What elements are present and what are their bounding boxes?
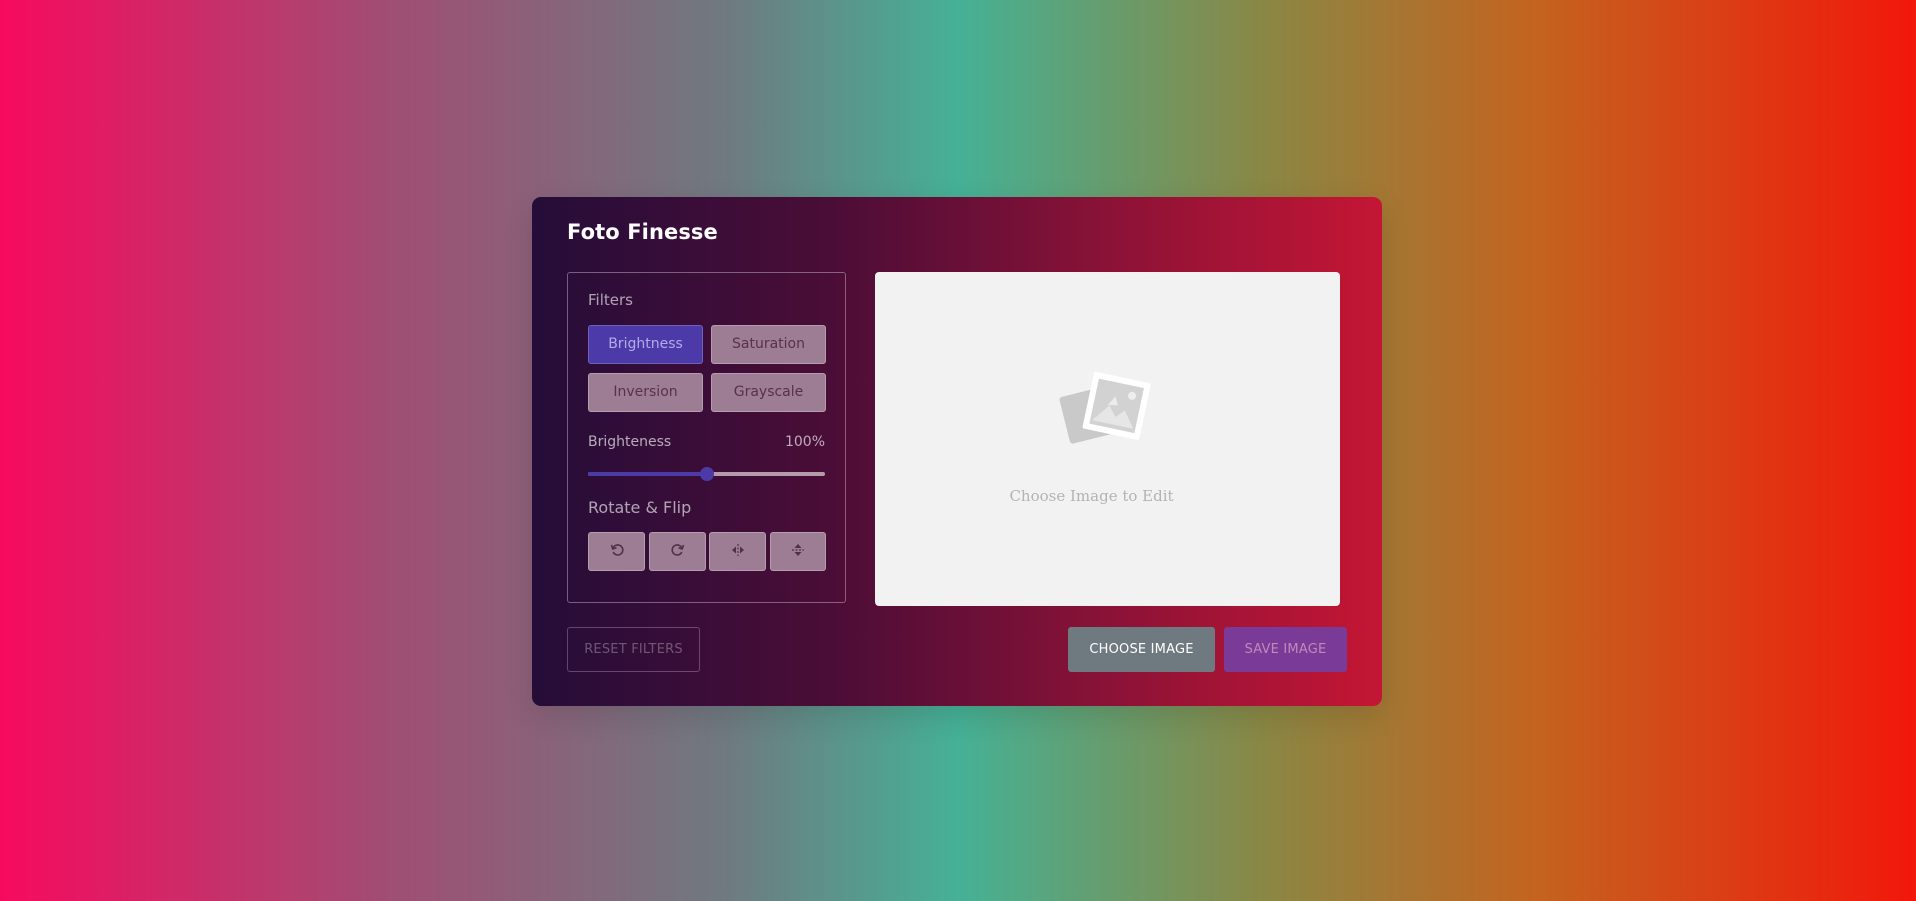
- rotate-left-icon: [609, 542, 625, 562]
- flip-horizontal-button[interactable]: [709, 532, 766, 571]
- save-image-button[interactable]: SAVE IMAGE: [1224, 627, 1347, 672]
- image-placeholder-icon: [1059, 369, 1153, 461]
- choose-image-button[interactable]: CHOOSE IMAGE: [1068, 627, 1215, 672]
- filters-label: Filters: [588, 291, 633, 309]
- filter-inversion-button[interactable]: Inversion: [588, 373, 703, 412]
- placeholder-text: Choose Image to Edit: [1009, 487, 1174, 505]
- slider-info: Brighteness 100%: [588, 434, 825, 450]
- app-title: Foto Finesse: [567, 220, 718, 244]
- flip-vertical-icon: [790, 542, 806, 562]
- flip-horizontal-icon: [730, 542, 746, 562]
- brightness-slider[interactable]: [588, 467, 825, 481]
- editor-card: Foto Finesse Filters Brightness Saturati…: [532, 197, 1382, 706]
- slider-thumb[interactable]: [699, 467, 714, 481]
- flip-vertical-button[interactable]: [770, 532, 826, 571]
- controls-panel: Filters Brightness Saturation Inversion …: [567, 272, 846, 603]
- slider-fill: [588, 472, 707, 476]
- slider-value: 100%: [784, 434, 825, 450]
- rotate-right-button[interactable]: [649, 532, 706, 571]
- image-preview: Choose Image to Edit: [875, 272, 1340, 606]
- filter-brightness-button[interactable]: Brightness: [588, 325, 703, 364]
- filter-saturation-button[interactable]: Saturation: [711, 325, 826, 364]
- rotate-flip-label: Rotate & Flip: [588, 498, 692, 517]
- rotate-left-button[interactable]: [588, 532, 645, 571]
- filter-grayscale-button[interactable]: Grayscale: [711, 373, 826, 412]
- slider-name: Brighteness: [588, 434, 672, 450]
- reset-filters-button[interactable]: RESET FILTERS: [567, 627, 700, 672]
- rotate-right-icon: [670, 542, 686, 562]
